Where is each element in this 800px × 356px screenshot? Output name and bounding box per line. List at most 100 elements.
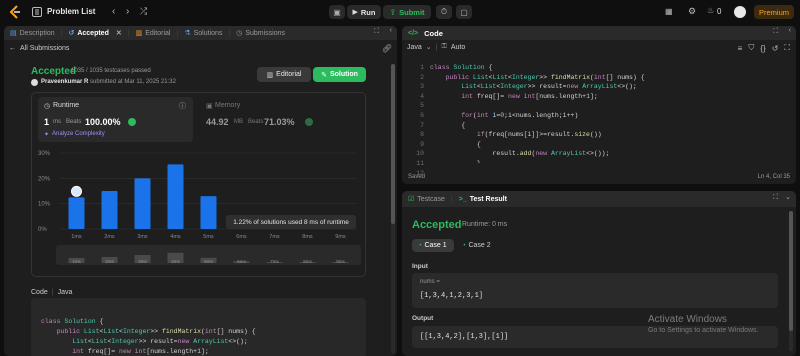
problem-list-link[interactable]: Problem List — [47, 7, 95, 16]
check-dot-icon: • — [419, 242, 422, 249]
timer-button[interactable]: ⏱ — [436, 5, 452, 19]
chevron-right-icon[interactable]: › — [126, 6, 129, 17]
line-number: 5 — [420, 102, 424, 110]
line-number: 2 — [420, 73, 424, 81]
memory-card[interactable]: ▣ Memory 44.92 MB Beats 71.03% — [202, 97, 357, 142]
tooltip-text: 1.22% of solutions used 8 ms of runtime — [233, 218, 349, 226]
activate-windows-subtitle: Go to Settings to activate Windows. — [648, 327, 759, 334]
line-number: 11 — [416, 159, 424, 167]
collapse-icon[interactable]: ‹ — [789, 27, 791, 34]
clock-icon: ◷ — [236, 30, 243, 37]
editor-header: </> Code ⛶ ‹ — [402, 26, 796, 40]
overview-tick-label: 2ms — [105, 259, 114, 264]
debug-button[interactable]: ▣ — [329, 5, 345, 19]
memory-unit: MB — [234, 119, 243, 125]
run-button[interactable]: ▶ Run — [347, 5, 381, 19]
case-2-tab[interactable]: • Case 2 — [458, 239, 496, 252]
braces-icon[interactable]: {} — [760, 44, 765, 53]
case-1-tab[interactable]: • Case 1 — [412, 239, 454, 252]
leaf-icon — [305, 118, 313, 126]
memory-label: Memory — [215, 102, 241, 109]
x-tick-label: 6ms — [236, 234, 247, 240]
layout-icon[interactable]: ▦ — [665, 7, 673, 16]
bookmark-icon[interactable]: ⛉ — [748, 43, 754, 53]
gear-icon[interactable]: ⚙ — [688, 6, 696, 17]
tab-test-result[interactable]: >_ Test Result — [459, 196, 507, 203]
format-icon[interactable]: ≡ — [738, 44, 743, 53]
tab-solutions-label: Solutions — [193, 29, 223, 37]
book-icon: ▥ — [135, 30, 143, 37]
right-scrollbar[interactable] — [789, 211, 793, 351]
link-icon[interactable]: 🔗︎ — [382, 44, 392, 53]
close-icon[interactable]: ✕ — [116, 29, 122, 37]
runtime-card[interactable]: ◷ Runtime ⓘ 1 ms Beats 100.00% ✦ Analyze… — [38, 97, 193, 142]
notes-button[interactable]: ▢ — [456, 5, 472, 19]
analyze-complexity-link[interactable]: Analyze Complexity — [52, 131, 105, 137]
clock-icon: ◷ — [44, 103, 51, 110]
maximize-icon[interactable]: ⛶ — [773, 194, 778, 202]
auto-mode-label[interactable]: Auto — [451, 44, 465, 51]
document-icon: ▤ — [10, 30, 17, 37]
code-content[interactable]: class Solution { public List<List<Intege… — [430, 63, 790, 163]
reset-icon[interactable]: ↺ — [772, 44, 779, 53]
y-tick-label: 20% — [38, 176, 51, 182]
premium-label: Premium — [758, 7, 789, 17]
maximize-icon[interactable]: ⛶ — [374, 28, 379, 36]
submitted-code-block: class Solution { public List<List<Intege… — [31, 298, 366, 356]
info-icon[interactable]: ⓘ — [179, 101, 186, 111]
collapse-icon[interactable]: ⌄ — [785, 193, 791, 201]
editorial-button[interactable]: ▥ Editorial — [257, 67, 311, 82]
tab-testcase[interactable]: ☑ Testcase — [408, 195, 445, 204]
avatar[interactable] — [734, 6, 746, 18]
left-scroll-thumb[interactable] — [391, 64, 395, 224]
left-scrollbar[interactable] — [391, 64, 395, 354]
user-marker — [71, 185, 82, 197]
chevron-left-icon[interactable]: ‹ — [112, 6, 115, 17]
solution-button[interactable]: ✎ Solution — [313, 67, 366, 82]
author-name[interactable]: Praveenkumar R — [41, 79, 88, 85]
leetcode-logo-icon[interactable] — [8, 5, 22, 19]
line-number: 9 — [420, 140, 424, 148]
submit-label: Submit — [399, 7, 425, 17]
problem-list-icon[interactable] — [32, 7, 42, 17]
tab-accepted[interactable]: ↺ Accepted ✕ — [68, 29, 122, 38]
overview-tick-label: 7ms — [270, 259, 279, 264]
scroll-area: Accepted 1035 / 1035 testcases passed Pr… — [4, 58, 389, 356]
solution-label: Solution — [329, 71, 358, 78]
overview-tick-label: 3ms — [138, 259, 147, 264]
chart-bar — [101, 191, 118, 229]
runtime-label: Runtime — [53, 102, 80, 109]
history-icon: ↺ — [68, 30, 75, 37]
leaf-icon — [128, 118, 136, 126]
runtime-distribution-chart: 30% 20% 10% 0% 1ms 2ms 3ms 4ms 5ms 6ms 7ms 8ms 9ms 1m… — [38, 151, 361, 265]
fire-icon[interactable]: ♨ — [707, 6, 714, 15]
fullscreen-icon[interactable]: ⛶ — [784, 43, 790, 53]
submit-button[interactable]: ⇪ Submit — [383, 5, 431, 19]
run-label: Run — [360, 7, 376, 17]
overview-tick-label: 5ms — [204, 259, 213, 264]
editor-actions: ≡ ⛉ {} ↺ ⛶ — [738, 43, 790, 53]
chevron-down-icon[interactable]: ⌄ — [426, 43, 432, 51]
input-label: Input — [412, 263, 428, 270]
shuffle-icon[interactable]: ⤮ — [140, 6, 147, 17]
tab-editorial[interactable]: ▥ Editorial — [135, 29, 171, 38]
tab-description[interactable]: ▤ Description — [10, 29, 55, 38]
collapse-icon[interactable]: ‹ — [390, 27, 392, 34]
y-tick-label: 30% — [38, 151, 51, 157]
x-tick-label: 7ms — [269, 234, 280, 240]
tab-submissions[interactable]: ◷ Submissions — [236, 29, 285, 38]
input-var-name: nums = — [420, 279, 440, 285]
right-scroll-thumb[interactable] — [789, 211, 793, 331]
premium-button[interactable]: Premium — [754, 5, 794, 19]
edit-icon: ✎ — [321, 71, 327, 79]
code-editor-panel: </> Code ⛶ ‹ Java ⌄ | ⚿ Auto ≡ ⛉ {} ↺ ⛶ … — [402, 26, 796, 184]
editor-title: Code — [424, 28, 443, 38]
overview-tick-label: 4ms — [171, 259, 180, 264]
maximize-icon[interactable]: ⛶ — [773, 28, 778, 36]
code-header: Code | Java — [31, 289, 73, 296]
back-to-submissions[interactable]: ← All Submissions — [9, 45, 69, 52]
flask-icon: ⚗ — [184, 30, 191, 37]
language-select[interactable]: Java — [407, 44, 422, 51]
tab-solutions[interactable]: ⚗ Solutions — [184, 29, 223, 38]
check-dot-icon: • — [463, 242, 466, 249]
